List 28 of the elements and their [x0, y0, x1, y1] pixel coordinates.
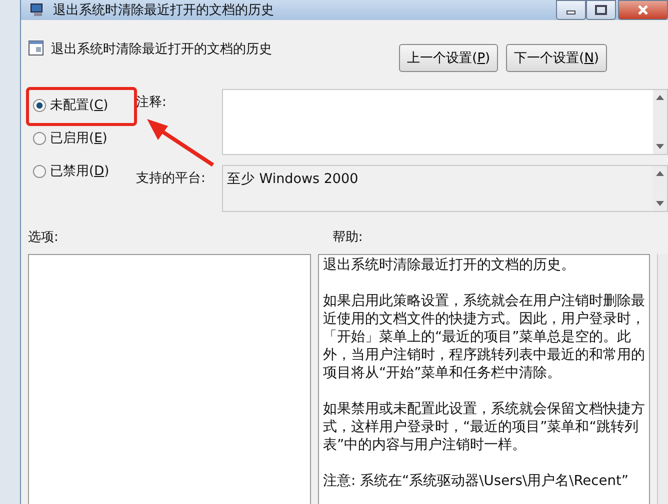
help-label: 帮助: [332, 229, 363, 247]
maximize-button[interactable] [586, 0, 616, 20]
radio-option[interactable]: 未配置(C) [33, 95, 108, 115]
comment-label: 注释: [136, 94, 166, 111]
setting-title: 退出系统时清除最近打开的文档的历史 [51, 41, 272, 58]
help-paragraph: 退出系统时清除最近打开的文档的历史。 [322, 256, 576, 274]
up-arrow-icon [656, 171, 664, 176]
navigation-button[interactable]: 下一个设置(N) [506, 44, 607, 72]
radio-option[interactable]: 已禁用(D) [33, 161, 110, 181]
window-title: 退出系统时清除最近打开的文档的历史 [53, 2, 274, 19]
navigation-button[interactable]: 上一个设置(P) [399, 44, 498, 72]
down-arrow-icon [656, 201, 664, 206]
help-paragraph: 注意: 系统在“系统驱动器\Users\用户名\Recent” [322, 472, 630, 490]
down-arrow-icon [656, 144, 664, 149]
close-button[interactable] [618, 0, 668, 20]
radio-option[interactable]: 已启用(E) [33, 128, 108, 148]
platform-label: 支持的平台: [136, 170, 206, 187]
options-label: 选项: [28, 229, 58, 247]
help-paragraph: 如果禁用或未配置此设置，系统就会保留文档快捷方式，这样用户登录时，“最近的项目”菜单和“跳转列表”中的内容与用户注销时一样。 [322, 400, 646, 454]
help-paragraph: 如果启用此策略设置，系统就会在用户注销时删除最近使用的文档文件的快捷方式。因此，用户登录时，「开始」菜单上的“最近的项目”菜单总是空的。此外，当用户注销时，程序跳转列表中最近的和常用的项目将从“开始”菜单和任务栏中清除。 [322, 292, 646, 382]
comment-field[interactable] [222, 89, 668, 155]
policy-icon [28, 40, 44, 56]
maximize-icon [595, 5, 607, 15]
annotation-arrow [146, 118, 216, 168]
minimize-button[interactable] [556, 0, 586, 20]
close-icon [637, 4, 649, 16]
up-arrow-icon [656, 95, 664, 100]
platform-value: 至少 Windows 2000 [226, 170, 360, 189]
